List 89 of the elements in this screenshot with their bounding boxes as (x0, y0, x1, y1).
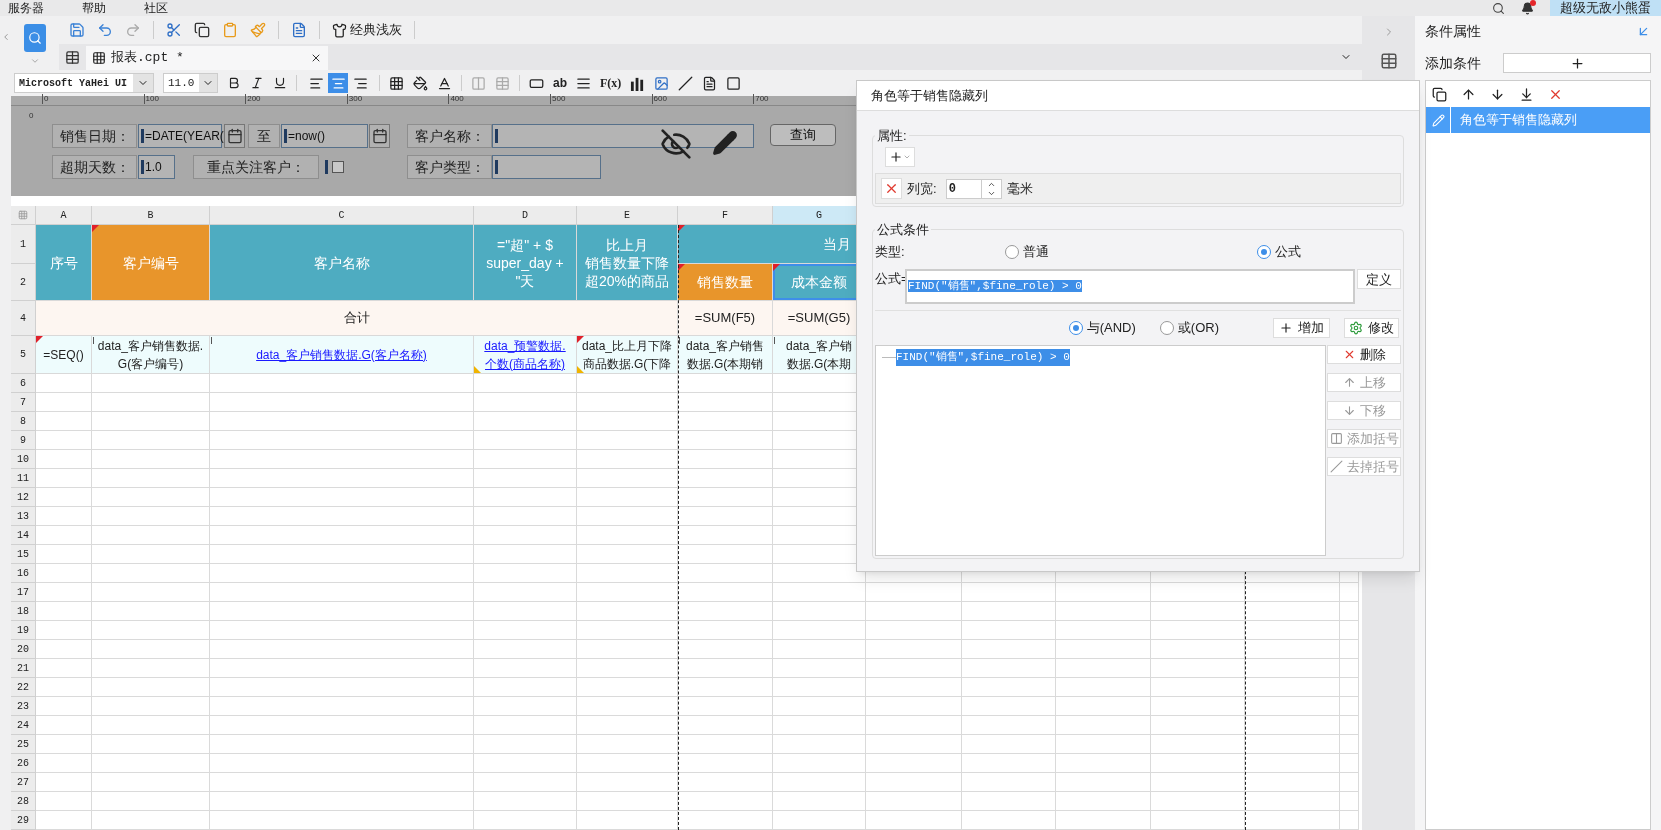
row-number[interactable]: 1 (11, 225, 36, 264)
ruler-label: 500 (550, 94, 566, 104)
size-select[interactable]: 11.0 (163, 73, 218, 93)
row-number[interactable]: 11 (11, 469, 36, 488)
column-header[interactable]: E (577, 206, 678, 225)
row-number[interactable]: 27 (11, 773, 36, 792)
theme-label[interactable]: 经典浅灰 (350, 20, 402, 40)
type-label: 类型: (875, 243, 906, 262)
row-number[interactable]: 14 (11, 526, 36, 545)
row-number[interactable]: 8 (11, 412, 36, 431)
user-name[interactable]: 超级无敌小熊蛋 (1550, 0, 1661, 16)
ruler-label: 700 (753, 94, 769, 104)
property-label: 列宽: (907, 179, 937, 198)
ruler-label: 200 (245, 94, 261, 104)
ruler-label: 0 (42, 94, 49, 104)
param-label: 至 (257, 126, 271, 146)
row-number[interactable]: 28 (11, 792, 36, 811)
text-glyph[interactable]: ab (553, 74, 567, 92)
table-cell[interactable]: =SEQ() (36, 336, 92, 374)
row-number[interactable]: 7 (11, 393, 36, 412)
row-number[interactable]: 15 (11, 545, 36, 564)
row-number[interactable]: 26 (11, 754, 36, 773)
row-number[interactable]: 6 (11, 374, 36, 393)
menu-item[interactable]: 帮助 (82, 0, 106, 17)
menu-item[interactable]: 服务器 (8, 0, 44, 17)
ruler-label: 400 (448, 94, 464, 104)
table-cell[interactable]: data_客户销售数据. G(客户编号) (92, 336, 210, 374)
formula-text: FIND("销售",$fine_role) > 0 (908, 280, 1082, 292)
row-number[interactable]: 9 (11, 431, 36, 450)
radio-label: 公式 (1275, 243, 1301, 262)
radio-label: 与(AND) (1086, 319, 1136, 338)
modify-button[interactable]: 修改 (1344, 318, 1399, 338)
panel-title: 条件属性 (1425, 21, 1481, 41)
column-header[interactable]: A (36, 206, 92, 225)
param-label: 超期天数： (59, 157, 130, 177)
param-label: 重点关注客户： (207, 157, 305, 177)
table-cell[interactable]: data_客户销售 数据.G(本期销 (678, 336, 773, 374)
row-number[interactable]: 21 (11, 659, 36, 678)
column-header[interactable]: B (92, 206, 210, 225)
row-number[interactable]: 16 (11, 564, 36, 583)
ruler-label: 300 (346, 94, 363, 104)
row-number[interactable]: 23 (11, 697, 36, 716)
add-button[interactable]: 增加 (1273, 318, 1330, 338)
group-title: 属性: (876, 128, 908, 143)
ruler-label: 100 (143, 94, 159, 104)
column-header[interactable]: C (210, 206, 474, 225)
row-number[interactable]: 2 (11, 264, 36, 301)
row-number[interactable]: 20 (11, 640, 36, 659)
row-number[interactable]: 24 (11, 716, 36, 735)
query-button[interactable]: 查询 (770, 124, 836, 146)
add-condition-label: 添加条件 (1425, 53, 1481, 73)
param-field[interactable]: 1.0 (138, 155, 175, 179)
formula-glyph[interactable]: F(x) (600, 74, 622, 92)
menu-item[interactable]: 社区 (144, 0, 168, 17)
ruler-label: 0 (29, 110, 34, 122)
table-cell[interactable]: =SUM(F5) (678, 301, 773, 336)
delete-button[interactable]: 删除 (1327, 345, 1401, 364)
row-number[interactable]: 18 (11, 602, 36, 621)
row-number[interactable]: 10 (11, 450, 36, 469)
column-header[interactable]: D (474, 206, 577, 225)
row-number[interactable]: 4 (11, 301, 36, 336)
row-number[interactable]: 5 (11, 336, 36, 374)
ruler-label: 600 (651, 94, 667, 104)
unit-label: 毫米 (1006, 179, 1033, 198)
width-spinner[interactable]: 0 (945, 178, 1002, 199)
dialog-title: 角色等于销售隐藏列 (871, 86, 988, 105)
table-cell[interactable]: data_客户销售数据.G(客户名称) (210, 336, 474, 374)
file-tab[interactable]: 报表.cpt * (86, 46, 328, 70)
define-button[interactable]: 定义 (1357, 269, 1401, 289)
param-field[interactable]: =now() (281, 124, 368, 148)
row-number[interactable]: 19 (11, 621, 36, 640)
row-number[interactable]: 29 (11, 811, 36, 830)
param-label: 客户名称： (414, 126, 485, 146)
tab-label[interactable]: 报表.cpt * (111, 48, 184, 68)
row-number[interactable]: 22 (11, 678, 36, 697)
font-select[interactable]: Microsoft YaHei UI (14, 73, 154, 93)
param-label: 客户类型： (414, 157, 485, 177)
row-number[interactable]: 25 (11, 735, 36, 754)
row-number[interactable]: 13 (11, 507, 36, 526)
row-number[interactable]: 17 (11, 583, 36, 602)
row-number[interactable]: 12 (11, 488, 36, 507)
table-cell[interactable]: data_比上月下降 商品数据.G(下降 (577, 336, 678, 374)
radio-label: 普通 (1023, 243, 1049, 262)
param-label: 销售日期： (59, 126, 130, 146)
group-title: 公式条件 (876, 222, 930, 237)
radio-label: 或(OR) (1177, 319, 1219, 338)
column-header[interactable]: F (678, 206, 773, 225)
table-cell[interactable]: 合计 (36, 301, 678, 336)
table-cell[interactable]: data_预警数据. 个数(商品名称) (474, 336, 577, 374)
